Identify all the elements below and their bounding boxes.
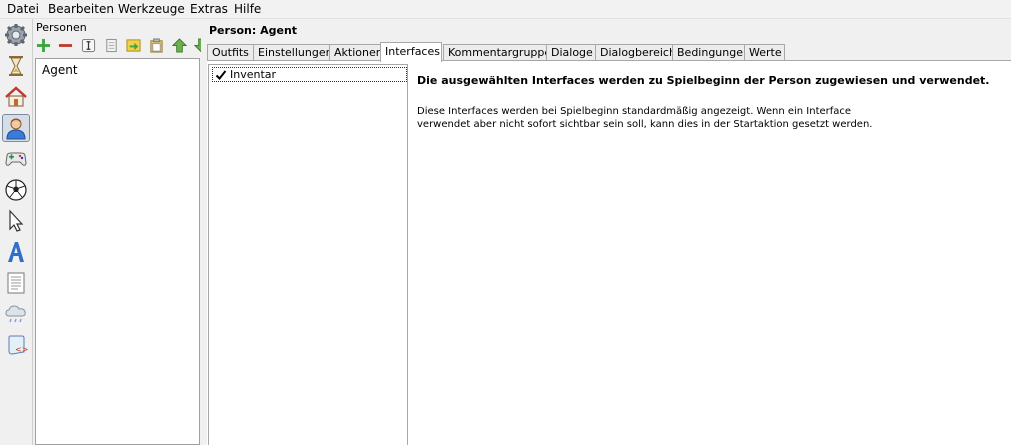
interfaces-tab-content: Inventar Die ausgewählten Interfaces wer…: [207, 60, 1011, 445]
menu-hilfe[interactable]: Hilfe: [234, 2, 261, 17]
remove-icon[interactable]: [57, 37, 74, 54]
text-font-icon[interactable]: [2, 238, 30, 266]
cloud-weather-icon[interactable]: [2, 300, 30, 328]
move-up-icon[interactable]: [171, 37, 188, 54]
cursor-arrow-icon[interactable]: [2, 207, 30, 235]
checkbox-checked-icon[interactable]: [215, 69, 227, 81]
copy-icon[interactable]: [103, 37, 120, 54]
menu-extras[interactable]: Extras: [190, 2, 228, 17]
category-toolbar: <>: [0, 19, 33, 445]
menu-werkzeuge[interactable]: Werkzeuge: [118, 2, 185, 17]
gamepad-icon[interactable]: [2, 145, 30, 173]
interface-row-inventar[interactable]: Inventar: [212, 67, 407, 82]
document-page-icon[interactable]: [2, 269, 30, 297]
tab-dialoge[interactable]: Dialoge: [546, 44, 596, 61]
help-section: Die ausgewählten Interfaces werden zu Sp…: [417, 74, 1007, 131]
menu-bar: Datei Bearbeiten Werkzeuge Extras Hilfe: [0, 0, 1011, 19]
paste-icon[interactable]: [148, 37, 165, 54]
rename-icon[interactable]: [80, 37, 97, 54]
move-down-icon[interactable]: [193, 37, 201, 54]
interface-label: Inventar: [230, 68, 277, 81]
tab-aktionen[interactable]: Aktionen: [329, 44, 383, 61]
tab-werte[interactable]: Werte: [744, 44, 785, 61]
settings-gear-icon[interactable]: [2, 21, 30, 49]
persons-toolbar: [35, 36, 201, 56]
tab-outfits[interactable]: Outfits: [207, 44, 254, 61]
tab-dialogbereich[interactable]: Dialogbereich: [595, 44, 676, 61]
tab-einstellungen[interactable]: Einstellungen: [253, 44, 333, 61]
help-heading: Die ausgewählten Interfaces werden zu Sp…: [417, 74, 990, 87]
persons-list[interactable]: Agent: [35, 58, 200, 445]
menu-datei[interactable]: Datei: [7, 2, 39, 17]
persons-panel-title: Personen: [36, 21, 87, 34]
person-icon[interactable]: [2, 114, 30, 142]
import-icon[interactable]: [125, 37, 142, 54]
script-scroll-icon[interactable]: <>: [2, 331, 30, 359]
menu-bearbeiten[interactable]: Bearbeiten: [48, 2, 114, 17]
list-item[interactable]: Agent: [40, 62, 80, 78]
soccer-ball-icon[interactable]: [2, 176, 30, 204]
tab-kommentargruppen[interactable]: Kommentargruppen: [443, 44, 558, 61]
page-title: Person: Agent: [209, 24, 298, 37]
persons-panel: Personen Agent: [33, 19, 201, 445]
tab-interfaces[interactable]: Interfaces: [380, 42, 442, 62]
svg-text:<>: <>: [15, 345, 28, 354]
help-text: Diese Interfaces werden bei Spielbeginn …: [417, 106, 873, 130]
house-icon[interactable]: [2, 83, 30, 111]
person-detail-panel: Person: Agent Outfits Einstellungen Akti…: [205, 19, 1011, 445]
hourglass-icon[interactable]: [2, 52, 30, 80]
tab-bedingungen[interactable]: Bedingungen: [672, 44, 750, 61]
add-icon[interactable]: [35, 37, 52, 54]
interface-list[interactable]: Inventar: [208, 64, 408, 445]
